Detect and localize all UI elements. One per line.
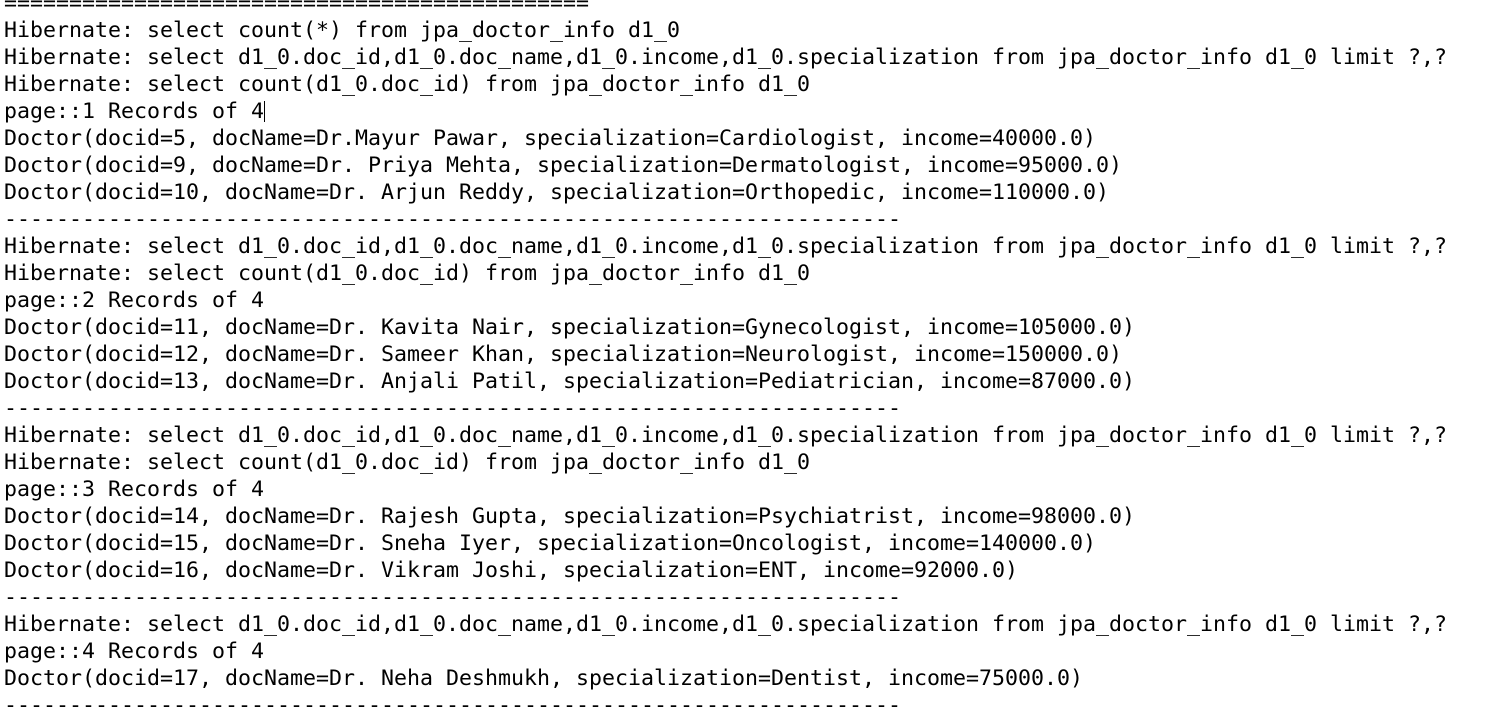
sql-log-line: Hibernate: select count(d1_0.doc_id) fro… — [4, 261, 811, 286]
doctor-record-line: Doctor(docid=14, docName=Dr. Rajesh Gupt… — [4, 504, 1136, 529]
doctor-record-line: Doctor(docid=5, docName=Dr.Mayur Pawar, … — [4, 126, 1097, 151]
doctor-record-line: Doctor(docid=13, docName=Dr. Anjali Pati… — [4, 369, 1136, 394]
sql-log-line: Hibernate: select d1_0.doc_id,d1_0.doc_n… — [4, 234, 1448, 259]
doctor-record-line: Doctor(docid=12, docName=Dr. Sameer Khan… — [4, 342, 1123, 367]
doctor-record-line: Doctor(docid=11, docName=Dr. Kavita Nair… — [4, 315, 1136, 340]
separator-line: ========================================… — [4, 0, 590, 16]
page-header-line: page::2 Records of 4 — [4, 288, 265, 313]
page-header-line: page::3 Records of 4 — [4, 477, 265, 502]
sql-log-line: Hibernate: select d1_0.doc_id,d1_0.doc_n… — [4, 423, 1448, 448]
separator-line: ----------------------------------------… — [4, 396, 902, 421]
console-output[interactable]: ========================================… — [4, 0, 1504, 716]
separator-line: ----------------------------------------… — [4, 207, 902, 232]
sql-log-line: Hibernate: select count(d1_0.doc_id) fro… — [4, 450, 811, 475]
sql-log-line: Hibernate: select d1_0.doc_id,d1_0.doc_n… — [4, 45, 1448, 70]
sql-log-line: Hibernate: select count(d1_0.doc_id) fro… — [4, 72, 811, 97]
doctor-record-line: Doctor(docid=15, docName=Dr. Sneha Iyer,… — [4, 531, 1097, 556]
page-header-line[interactable]: page::1 Records of 4 — [4, 98, 1504, 125]
separator-line: ----------------------------------------… — [4, 693, 902, 716]
doctor-record-line: Doctor(docid=9, docName=Dr. Priya Mehta,… — [4, 153, 1123, 178]
sql-log-line: Hibernate: select d1_0.doc_id,d1_0.doc_n… — [4, 612, 1448, 637]
sql-log-line: Hibernate: select count(*) from jpa_doct… — [4, 18, 681, 43]
doctor-record-line: Doctor(docid=17, docName=Dr. Neha Deshmu… — [4, 666, 1084, 691]
separator-line: ----------------------------------------… — [4, 585, 902, 610]
doctor-record-line: Doctor(docid=16, docName=Dr. Vikram Josh… — [4, 558, 1019, 583]
page-header-line: page::4 Records of 4 — [4, 639, 265, 664]
doctor-record-line: Doctor(docid=10, docName=Dr. Arjun Reddy… — [4, 180, 1110, 205]
page-header-text: page::1 Records of 4 — [4, 99, 265, 124]
text-caret — [264, 101, 266, 122]
